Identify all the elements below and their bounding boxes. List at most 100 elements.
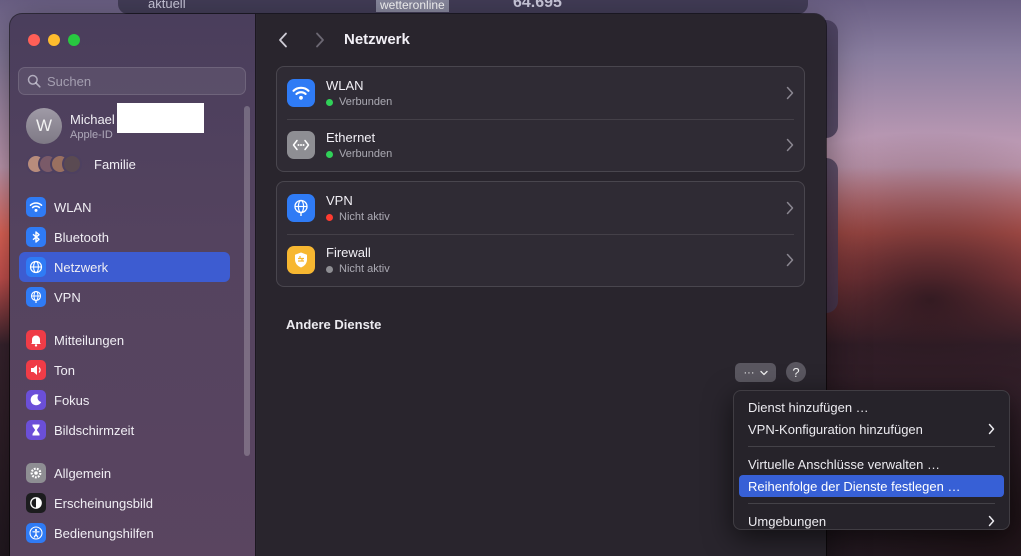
menu-item-set-service-order[interactable]: Reihenfolge der Dienste festlegen …	[739, 475, 1004, 497]
menu-item-label: Virtuelle Anschlüsse verwalten …	[748, 456, 940, 472]
menu-item-add-service[interactable]: Dienst hinzufügen …	[739, 396, 1004, 418]
sidebar-item-wlan[interactable]: WLAN	[19, 192, 230, 222]
service-row-vpn[interactable]: VPN Nicht aktiv	[277, 182, 804, 234]
sidebar-item-bedienungshilfen[interactable]: Bedienungshilfen	[19, 518, 230, 548]
account-subtitle: Apple-ID	[70, 128, 113, 141]
submenu-chevron-icon	[988, 423, 995, 435]
desktop-widget-strip: aktuell wetteronline 64.695	[118, 0, 808, 14]
sidebar-item-label: Allgemein	[54, 465, 112, 481]
minimize-window-button[interactable]	[48, 34, 60, 46]
chevron-right-icon	[786, 86, 794, 100]
sidebar-item-label: Bildschirmzeit	[54, 422, 135, 438]
sidebar-group-network: WLAN Bluetooth Netzwerk VPN	[19, 192, 230, 312]
zoom-window-button[interactable]	[68, 34, 80, 46]
chevron-right-icon	[786, 253, 794, 267]
avatar: W	[26, 108, 62, 144]
network-services-card: VPN Nicht aktiv Firewall Nicht aktiv	[276, 181, 805, 287]
widget-badge: wetteronline	[376, 0, 449, 12]
sidebar-item-netzwerk[interactable]: Netzwerk	[19, 252, 230, 282]
menu-item-label: Reihenfolge der Dienste festlegen …	[748, 478, 961, 494]
widget-number: 64.695	[513, 0, 562, 11]
account-name: Michael	[70, 111, 115, 127]
search-input[interactable]	[47, 73, 237, 89]
speaker-icon	[26, 360, 46, 380]
bluetooth-icon	[26, 227, 46, 247]
sidebar-item-label: Bluetooth	[54, 229, 109, 245]
menu-item-label: Umgebungen	[748, 513, 827, 529]
menu-item-label: Dienst hinzufügen …	[748, 399, 869, 415]
sidebar-item-mitteilungen[interactable]: Mitteilungen	[19, 325, 230, 355]
sidebar-item-bildschirmzeit[interactable]: Bildschirmzeit	[19, 415, 230, 445]
apple-id-account[interactable]: W Michael Apple-ID	[26, 108, 115, 144]
window-controls	[28, 34, 80, 46]
chevron-right-icon	[316, 32, 324, 48]
close-window-button[interactable]	[28, 34, 40, 46]
submenu-chevron-icon	[988, 515, 995, 527]
menu-item-label: VPN-Konfiguration hinzufügen	[748, 421, 923, 437]
family-label: Familie	[94, 156, 136, 172]
page-title: Netzwerk	[344, 31, 410, 48]
family-item[interactable]: Familie	[26, 154, 136, 174]
chevron-right-icon	[786, 201, 794, 215]
vpn-globe-icon	[26, 287, 46, 307]
appearance-icon	[26, 493, 46, 513]
toolbar: Netzwerk	[257, 14, 826, 66]
sidebar-item-label: VPN	[54, 289, 81, 305]
other-services-heading: Andere Dienste	[286, 317, 382, 332]
context-menu: Dienst hinzufügen … VPN-Konfiguration hi…	[733, 390, 1010, 530]
sidebar-item-label: Bedienungshilfen	[54, 525, 154, 541]
chevron-right-icon	[786, 138, 794, 152]
sidebar-group-notifications: Mitteilungen Ton Fokus Bildschirmzeit	[19, 325, 230, 445]
status-text: Nicht aktiv	[339, 211, 390, 223]
wifi-icon	[287, 79, 315, 107]
service-title: Firewall	[326, 245, 371, 260]
service-status: Nicht aktiv	[326, 211, 390, 223]
status-dot	[326, 98, 333, 106]
firewall-shield-icon	[287, 246, 315, 274]
service-row-wlan[interactable]: WLAN Verbunden	[277, 67, 804, 119]
network-interfaces-card: WLAN Verbunden Ethernet Verbunden	[276, 66, 805, 172]
sidebar-scrollbar[interactable]	[244, 106, 250, 456]
sidebar-item-vpn[interactable]: VPN	[19, 282, 230, 312]
redaction-box	[117, 103, 204, 133]
ethernet-icon	[287, 131, 315, 159]
service-title: VPN	[326, 193, 353, 208]
menu-item-locations[interactable]: Umgebungen	[739, 510, 1004, 532]
sidebar-item-label: WLAN	[54, 199, 92, 215]
back-button[interactable]	[272, 29, 294, 51]
menu-item-manage-virtual-interfaces[interactable]: Virtuelle Anschlüsse verwalten …	[739, 453, 1004, 475]
settings-window: W Michael Apple-ID Familie WLAN	[10, 14, 826, 556]
sidebar-item-label: Netzwerk	[54, 259, 109, 275]
sidebar-group-general: Allgemein Erscheinungsbild Bedienungshil…	[19, 458, 230, 548]
sidebar-item-allgemein[interactable]: Allgemein	[19, 458, 230, 488]
search-field[interactable]	[18, 67, 246, 95]
service-status: Verbunden	[326, 96, 392, 108]
menu-item-add-vpn-configuration[interactable]: VPN-Konfiguration hinzufügen	[739, 418, 1004, 440]
hourglass-icon	[26, 420, 46, 440]
chevron-left-icon	[279, 32, 287, 48]
status-text: Verbunden	[339, 148, 393, 160]
service-title: WLAN	[326, 78, 364, 93]
sidebar-item-erscheinungsbild[interactable]: Erscheinungsbild	[19, 488, 230, 518]
more-actions-button[interactable]: ···	[735, 363, 776, 382]
status-dot	[326, 150, 333, 158]
vpn-globe-icon	[287, 194, 315, 222]
menu-separator	[748, 446, 995, 447]
sidebar-item-bluetooth[interactable]: Bluetooth	[19, 222, 230, 252]
service-title: Ethernet	[326, 130, 376, 145]
sidebar-item-ton[interactable]: Ton	[19, 355, 230, 385]
menu-separator	[748, 503, 995, 504]
service-status: Nicht aktiv	[326, 263, 390, 275]
service-row-firewall[interactable]: Firewall Nicht aktiv	[277, 234, 804, 286]
help-button[interactable]: ?	[786, 362, 806, 382]
status-dot	[326, 213, 333, 221]
service-row-ethernet[interactable]: Ethernet Verbunden	[277, 119, 804, 171]
globe-icon	[26, 257, 46, 277]
moon-icon	[26, 390, 46, 410]
forward-button[interactable]	[309, 29, 331, 51]
sidebar-item-fokus[interactable]: Fokus	[19, 385, 230, 415]
wifi-icon	[26, 197, 46, 217]
sidebar-item-label: Ton	[54, 362, 75, 378]
family-avatars	[26, 154, 82, 174]
sidebar-item-label: Mitteilungen	[54, 332, 125, 348]
